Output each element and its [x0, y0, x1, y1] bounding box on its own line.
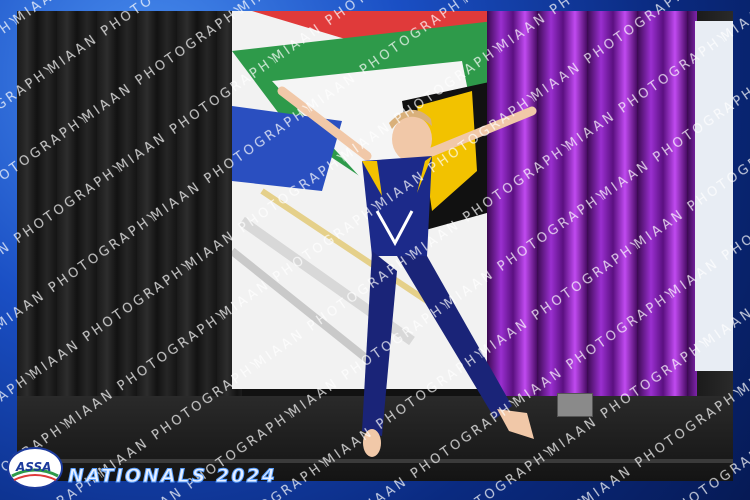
photo-frame: MIAAN PHOTOGRAPHY ASSA NATIONALS 2024	[0, 0, 750, 500]
gymnast	[277, 86, 537, 457]
stage-photo	[17, 11, 733, 481]
event-title: NATIONALS 2024	[68, 465, 277, 488]
logo-label: ASSA	[16, 460, 52, 474]
